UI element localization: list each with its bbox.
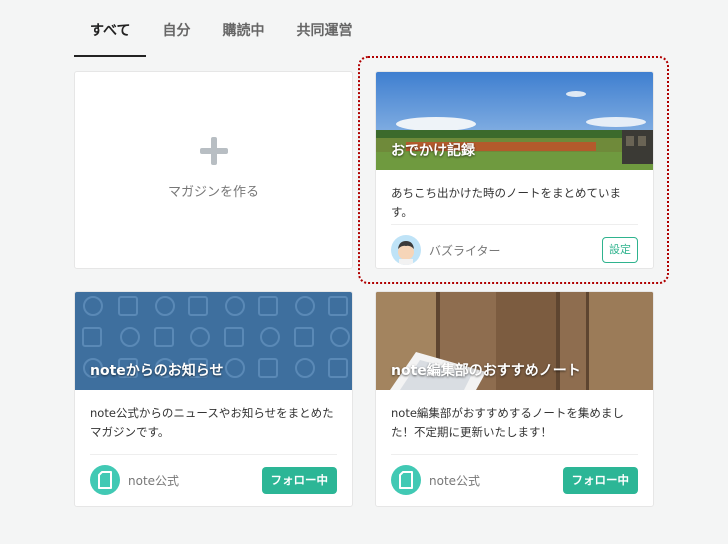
create-magazine-card[interactable]: マガジンを作る bbox=[74, 71, 353, 269]
note-icon bbox=[98, 471, 112, 489]
person-icon bbox=[398, 241, 414, 265]
magazine-description: note編集部がおすすめするノートを集めました！不定期に更新いたします！ bbox=[391, 406, 624, 439]
tab-mine[interactable]: 自分 bbox=[146, 16, 206, 57]
note-icon bbox=[399, 471, 413, 489]
magazine-description: note公式からのニュースやお知らせをまとめたマガジンです。 bbox=[90, 406, 334, 439]
note-logo-avatar[interactable] bbox=[391, 465, 421, 495]
magazine-tabs: すべて 自分 購読中 共同運営 bbox=[74, 16, 368, 57]
magazine-title: おでかけ記録 bbox=[391, 143, 475, 159]
magazine-title: noteからのお知らせ bbox=[90, 363, 224, 379]
author-name[interactable]: バズライター bbox=[429, 242, 602, 259]
magazine-cover-image: note編集部のおすすめノート bbox=[376, 292, 653, 390]
following-button[interactable]: フォロー中 bbox=[261, 466, 337, 494]
tab-all[interactable]: すべて bbox=[74, 16, 147, 57]
settings-button[interactable]: 設定 bbox=[602, 237, 638, 263]
magazine-cover-image: noteからのお知らせ bbox=[75, 292, 352, 390]
author-name[interactable]: note公式 bbox=[429, 472, 563, 489]
magazine-card-note-news[interactable]: noteからのお知らせ note公式からのニュースやお知らせをまとめたマガジンで… bbox=[74, 291, 353, 507]
tab-co-managed[interactable]: 共同運営 bbox=[280, 16, 368, 57]
magazine-description: あちこち出かけた時のノートをまとめています。 bbox=[391, 186, 621, 219]
plus-icon bbox=[199, 136, 228, 165]
user-avatar[interactable] bbox=[391, 235, 421, 265]
author-name[interactable]: note公式 bbox=[128, 472, 262, 489]
create-magazine-label: マガジンを作る bbox=[167, 184, 259, 200]
following-button[interactable]: フォロー中 bbox=[562, 466, 638, 494]
tab-subscribed[interactable]: 購読中 bbox=[206, 16, 280, 57]
note-logo-avatar[interactable] bbox=[90, 465, 120, 495]
magazine-cover-image: おでかけ記録 bbox=[376, 72, 653, 170]
magazine-card-editors-picks[interactable]: note編集部のおすすめノート note編集部がおすすめするノートを集めました！… bbox=[375, 291, 654, 507]
magazine-title: note編集部のおすすめノート bbox=[391, 363, 581, 379]
magazine-card-outing[interactable]: おでかけ記録 あちこち出かけた時のノートをまとめています。 バズライター 設定 bbox=[375, 71, 654, 269]
